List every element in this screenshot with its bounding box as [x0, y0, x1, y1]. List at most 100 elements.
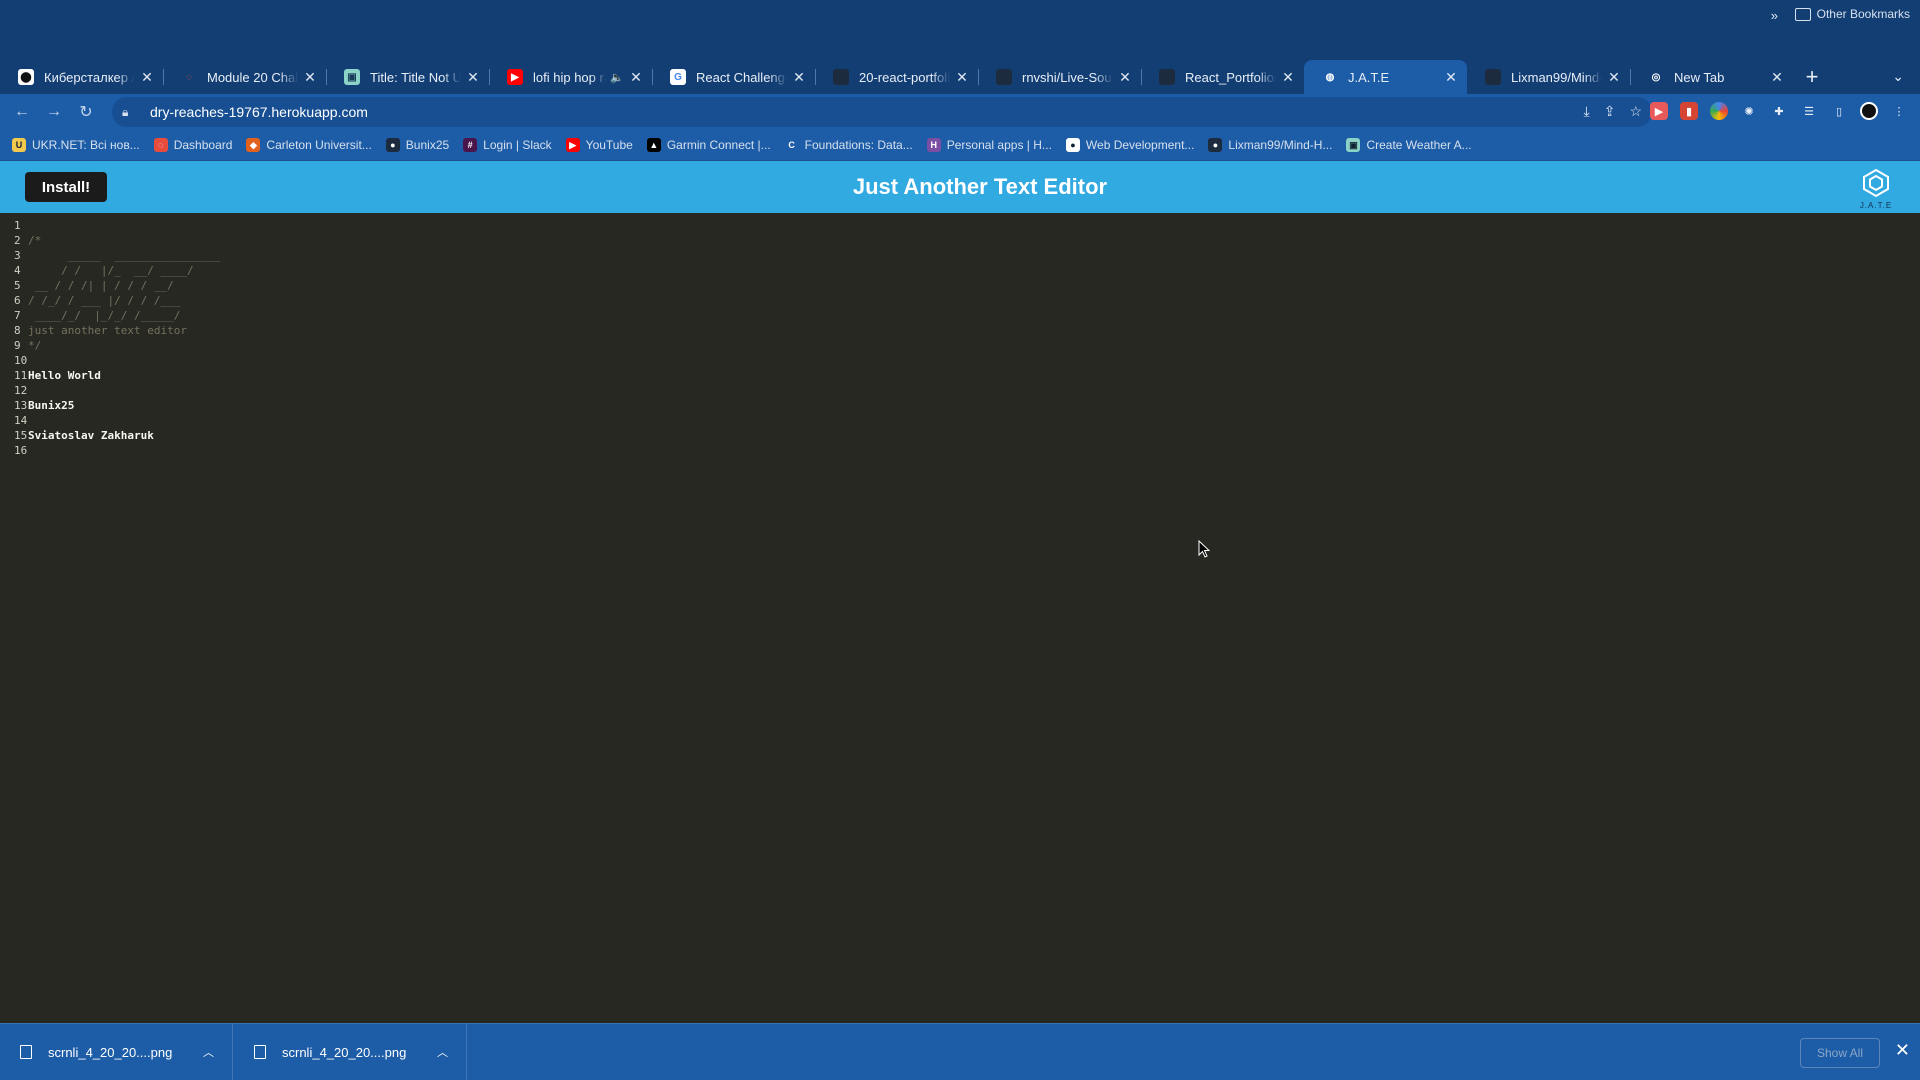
bookmark-label[interactable]: Dashboard	[174, 138, 233, 152]
tab-close-icon[interactable]: ✕	[1606, 69, 1622, 86]
bookmark-label[interactable]: Bunix25	[406, 138, 449, 152]
bookmarks-overflow-icon[interactable]: »	[1771, 8, 1778, 23]
editor-line[interactable]: 6 / /_/ / ___ |/ / / /___	[0, 293, 1920, 308]
tab-title[interactable]: Киберсталкер / S	[44, 70, 135, 85]
tab-title[interactable]: Module 20 Challe	[207, 70, 298, 85]
other-bookmarks[interactable]: Other Bookmarks	[1794, 7, 1910, 21]
editor-line[interactable]: 8 just another text editor	[0, 323, 1920, 338]
extension-red-icon[interactable]: ▮	[1680, 102, 1698, 120]
tab-5[interactable]: ● 20-react-portfoli ✕	[815, 60, 978, 94]
editor-line[interactable]: 11 Hello World	[0, 368, 1920, 383]
editor-line[interactable]: 16	[0, 443, 1920, 458]
download-item[interactable]: scrnli_4_20_20....png ︿	[0, 1024, 233, 1080]
tab-title[interactable]: React_Portfolio/ir	[1185, 70, 1276, 85]
bookmark-label[interactable]: Lixman99/Mind-H...	[1228, 138, 1332, 152]
bookmark-item[interactable]: ● Web Development...	[1065, 138, 1195, 152]
tab-close-icon[interactable]: ✕	[1443, 69, 1459, 86]
line-text[interactable]: just another text editor	[28, 323, 187, 338]
editor-line[interactable]: 1	[0, 218, 1920, 233]
line-text[interactable]: Hello World	[28, 368, 101, 383]
line-text[interactable]: Bunix25	[28, 398, 74, 413]
tab-title[interactable]: J.A.T.E	[1348, 70, 1439, 85]
tab-title[interactable]: rnvshi/Live-Sound	[1022, 70, 1113, 85]
editor-line[interactable]: 2 /*	[0, 233, 1920, 248]
bookmark-item[interactable]: ▣ Create Weather A...	[1346, 138, 1472, 152]
chevron-up-icon[interactable]: ︿	[437, 1044, 448, 1060]
editor-line[interactable]: 14	[0, 413, 1920, 428]
editor-line[interactable]: 4 / / |/_ __/ ____/	[0, 263, 1920, 278]
menu-kebab-icon[interactable]: ⋮	[1890, 102, 1908, 120]
chevron-up-icon[interactable]: ︿	[203, 1044, 214, 1060]
reading-list-icon[interactable]: ☰	[1800, 102, 1818, 120]
tab-1[interactable]: ◌ Module 20 Challe ✕	[163, 60, 326, 94]
bookmark-label[interactable]: UKR.NET: Всі нов...	[32, 138, 140, 152]
tab-title[interactable]: Title: Title Not Up	[370, 70, 461, 85]
line-text[interactable]: */	[28, 338, 41, 353]
tab-2[interactable]: ▣ Title: Title Not Up ✕	[326, 60, 489, 94]
code-editor[interactable]: 1 2/* 3 _____ ________________ 4 / / |/_ __…	[0, 213, 1920, 1023]
bookmark-label[interactable]: Carleton Universit...	[266, 138, 371, 152]
editor-line[interactable]: 9 */	[0, 338, 1920, 353]
editor-line[interactable]: 3 _____ ________________	[0, 248, 1920, 263]
tab-audio-icon[interactable]: 🔈	[610, 71, 624, 84]
profile-avatar-icon[interactable]	[1860, 102, 1878, 120]
bookmark-label[interactable]: Foundations: Data...	[805, 138, 913, 152]
extensions-puzzle-icon[interactable]: ✚	[1770, 102, 1788, 120]
line-text[interactable]: / / |/_ __/ ____/	[28, 263, 193, 278]
address-bar[interactable]: 🔒︎ dry-reaches-19767.herokuapp.com ⤓ ⇪ ☆	[112, 97, 1652, 127]
bookmark-label[interactable]: YouTube	[586, 138, 633, 152]
bookmark-label[interactable]: Web Development...	[1086, 138, 1195, 152]
tab-title[interactable]: lofi hip hop ra	[533, 70, 606, 85]
bookmark-label[interactable]: Garmin Connect |...	[667, 138, 771, 152]
editor-line[interactable]: 10	[0, 353, 1920, 368]
download-filename[interactable]: scrnli_4_20_20....png	[282, 1045, 406, 1060]
share-icon[interactable]: ⇪	[1604, 103, 1616, 120]
back-icon[interactable]: ←	[6, 96, 38, 128]
tab-0[interactable]: ⬤ Киберсталкер / S ✕	[0, 60, 163, 94]
tab-6[interactable]: ● rnvshi/Live-Sound ✕	[978, 60, 1141, 94]
download-item[interactable]: scrnli_4_20_20....png ︿	[234, 1024, 467, 1080]
tab-10[interactable]: ◎ New Tab ✕	[1630, 60, 1793, 94]
line-text[interactable]: __ / / /| | / / / __/	[28, 278, 174, 293]
new-tab-plus-icon[interactable]: +	[1795, 60, 1829, 94]
tab-4[interactable]: G React Challenge ✕	[652, 60, 815, 94]
extension-color-icon[interactable]	[1710, 102, 1728, 120]
line-text[interactable]: _____ ________________	[28, 248, 220, 263]
editor-line[interactable]: 13 Bunix25	[0, 398, 1920, 413]
tab-close-icon[interactable]: ✕	[465, 69, 481, 86]
bookmark-item[interactable]: H Personal apps | H...	[926, 138, 1052, 152]
bookmark-star-icon[interactable]: ☆	[1629, 103, 1642, 120]
tab-8[interactable]: ◍ J.A.T.E ✕	[1304, 60, 1467, 94]
tab-search-icon[interactable]: ⌄	[1892, 68, 1904, 85]
forward-icon[interactable]: →	[38, 96, 70, 128]
reload-icon[interactable]: ↻	[70, 96, 102, 128]
tab-close-icon[interactable]: ✕	[1769, 69, 1785, 86]
bookmark-item[interactable]: ◌ Dashboard	[153, 138, 233, 152]
editor-line[interactable]: 7 ____/_/ |_/_/ /_____/	[0, 308, 1920, 323]
tab-close-icon[interactable]: ✕	[954, 69, 970, 86]
tab-title[interactable]: React Challenge	[696, 70, 787, 85]
bookmark-label[interactable]: Create Weather A...	[1366, 138, 1471, 152]
bookmark-item[interactable]: ▲ Garmin Connect |...	[646, 138, 771, 152]
tab-title[interactable]: 20-react-portfoli	[859, 70, 950, 85]
tab-close-icon[interactable]: ✕	[139, 69, 155, 86]
side-panel-icon[interactable]: ▯	[1830, 102, 1848, 120]
bookmark-item[interactable]: ● Bunix25	[385, 138, 449, 152]
install-app-icon[interactable]: ⤓	[1584, 103, 1590, 120]
tab-title[interactable]: Lixman99/Mind-H	[1511, 70, 1602, 85]
extension-react-icon[interactable]: ✺	[1740, 102, 1758, 120]
tab-close-icon[interactable]: ✕	[791, 69, 807, 86]
tab-7[interactable]: ● React_Portfolio/ir ✕	[1141, 60, 1304, 94]
editor-line[interactable]: 12	[0, 383, 1920, 398]
tab-close-icon[interactable]: ✕	[302, 69, 318, 86]
tab-close-icon[interactable]: ✕	[1117, 69, 1133, 86]
bookmark-item[interactable]: # Login | Slack	[463, 138, 552, 152]
editor-line[interactable]: 5 __ / / /| | / / / __/	[0, 278, 1920, 293]
bookmark-item[interactable]: ◆ Carleton Universit...	[246, 138, 372, 152]
show-all-button[interactable]: Show All	[1800, 1038, 1880, 1068]
tab-3[interactable]: ▶ lofi hip hop ra 🔈 ✕	[489, 60, 652, 94]
tab-close-icon[interactable]: ✕	[1280, 69, 1296, 86]
bookmark-label[interactable]: Personal apps | H...	[947, 138, 1052, 152]
tab-9[interactable]: ● Lixman99/Mind-H ✕	[1467, 60, 1630, 94]
close-shelf-icon[interactable]: ✕	[1895, 1040, 1910, 1061]
